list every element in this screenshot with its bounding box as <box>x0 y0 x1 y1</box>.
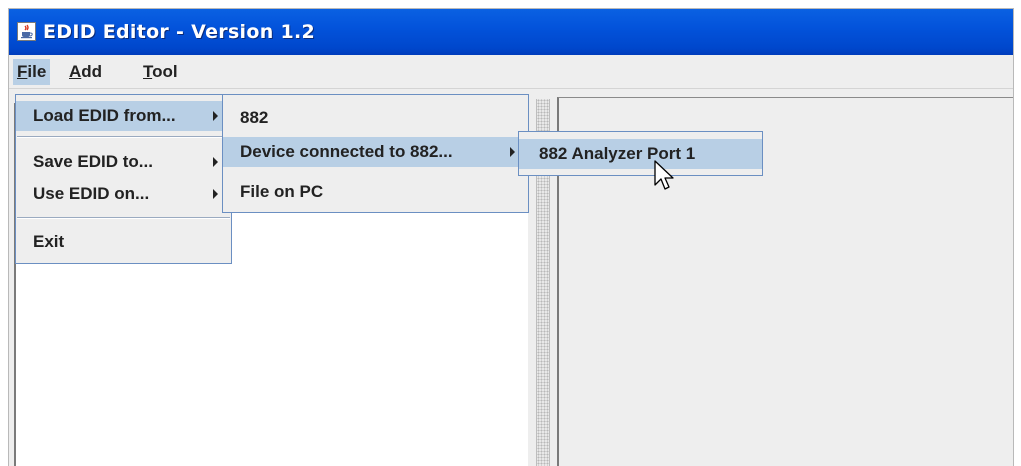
menu-item-label: Use EDID on... <box>33 184 150 203</box>
menu-item-label: Device connected to 882... <box>240 142 453 161</box>
load-edid-submenu: 882 Device connected to 882... File on P… <box>222 94 529 213</box>
menu-add[interactable]: Add <box>65 59 106 85</box>
menu-item-use-edid[interactable]: Use EDID on... <box>16 179 231 209</box>
menu-item-file-on-pc[interactable]: File on PC <box>223 177 528 207</box>
menu-item-load-edid[interactable]: Load EDID from... <box>16 101 231 131</box>
menu-item-label: Exit <box>33 232 65 251</box>
menu-item-882-analyzer-port-1[interactable]: 882 Analyzer Port 1 <box>519 139 762 169</box>
menu-file-mnemonic: F <box>17 62 28 81</box>
title-bar[interactable]: EDID Editor - Version 1.2 <box>9 9 1013 55</box>
java-cup-icon[interactable] <box>17 22 36 41</box>
menu-item-label: Save EDID to... <box>33 152 153 171</box>
menu-item-exit[interactable]: Exit <box>16 227 231 257</box>
menu-item-label: 882 <box>240 108 269 127</box>
mouse-pointer-icon <box>654 160 674 190</box>
menu-bar: File Add Tool <box>9 55 1013 89</box>
submenu-arrow-icon <box>510 147 515 157</box>
menu-file[interactable]: File <box>13 59 51 85</box>
file-menu-popup: Load EDID from... Save EDID to... Use ED… <box>15 94 232 264</box>
menu-tool[interactable]: Tool <box>139 59 182 85</box>
menu-add-rest: dd <box>81 62 103 81</box>
menu-separator <box>17 136 230 138</box>
menu-separator <box>17 217 230 219</box>
window-title: EDID Editor - Version 1.2 <box>43 21 316 43</box>
menu-item-device-connected[interactable]: Device connected to 882... <box>223 137 528 167</box>
submenu-arrow-icon <box>213 111 218 121</box>
menu-file-rest: ile <box>27 62 47 81</box>
menu-item-label: File on PC <box>240 182 324 201</box>
submenu-arrow-icon <box>213 189 218 199</box>
menu-item-save-edid[interactable]: Save EDID to... <box>16 147 231 177</box>
menu-tool-rest: ool <box>152 62 178 81</box>
device-submenu: 882 Analyzer Port 1 <box>518 131 763 176</box>
menu-item-882[interactable]: 882 <box>223 103 528 133</box>
menu-item-label: Load EDID from... <box>33 106 176 125</box>
menu-tool-mnemonic: T <box>143 62 153 81</box>
submenu-arrow-icon <box>213 157 218 167</box>
menu-add-mnemonic: A <box>69 62 82 81</box>
